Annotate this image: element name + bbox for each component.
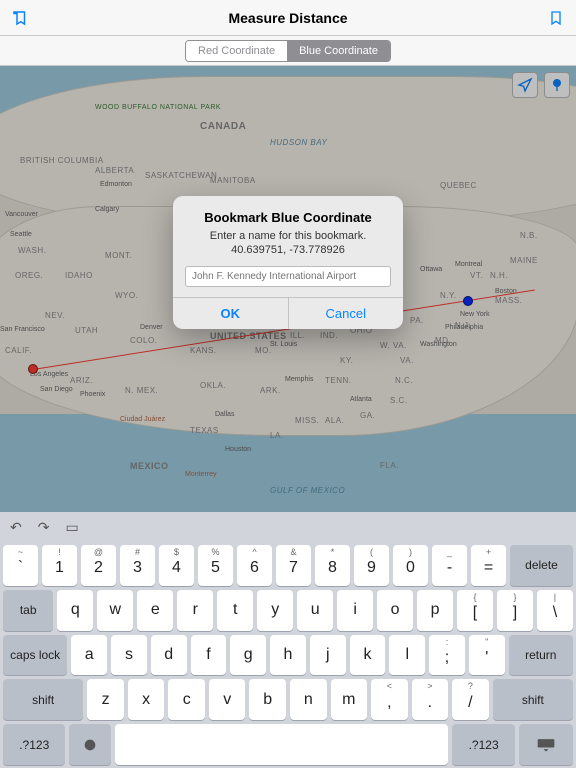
- key-delete[interactable]: delete: [510, 545, 573, 586]
- bookmarks-icon[interactable]: [10, 8, 30, 28]
- key-p[interactable]: p: [417, 590, 453, 631]
- key-a[interactable]: a: [71, 635, 107, 676]
- key-][interactable]: }]: [497, 590, 533, 631]
- clipboard-icon[interactable]: ▭: [65, 519, 78, 536]
- key-hide-keyboard[interactable]: [519, 724, 573, 765]
- key-.[interactable]: >.: [412, 679, 449, 720]
- key-`[interactable]: ~`: [3, 545, 38, 586]
- key-k[interactable]: k: [350, 635, 386, 676]
- key-s[interactable]: s: [111, 635, 147, 676]
- key-'[interactable]: "': [469, 635, 505, 676]
- key-u[interactable]: u: [297, 590, 333, 631]
- key-,[interactable]: <,: [371, 679, 408, 720]
- keyboard[interactable]: ↶ ↷ ▭ ~`!1@2#3$4%5^6&7*8(9)0_-+=delete t…: [0, 512, 576, 768]
- key-r[interactable]: r: [177, 590, 213, 631]
- dialog-title: Bookmark Blue Coordinate: [185, 210, 391, 225]
- undo-icon[interactable]: ↶: [10, 519, 22, 536]
- key-y[interactable]: y: [257, 590, 293, 631]
- bookmark-dialog: Bookmark Blue Coordinate Enter a name fo…: [173, 196, 403, 329]
- key-w[interactable]: w: [97, 590, 133, 631]
- key-d[interactable]: d: [151, 635, 187, 676]
- key-=[interactable]: +=: [471, 545, 506, 586]
- bookmark-icon[interactable]: [546, 8, 566, 28]
- key-v[interactable]: v: [209, 679, 246, 720]
- key-h[interactable]: h: [270, 635, 306, 676]
- coordinate-segmented-control[interactable]: Red Coordinate Blue Coordinate: [185, 40, 391, 62]
- key--[interactable]: _-: [432, 545, 467, 586]
- key-1[interactable]: !1: [42, 545, 77, 586]
- key-z[interactable]: z: [87, 679, 124, 720]
- key-[[interactable]: {[: [457, 590, 493, 631]
- key-symbols-left[interactable]: .?123: [3, 724, 65, 765]
- key-/[interactable]: ?/: [452, 679, 489, 720]
- key-shift-right[interactable]: shift: [493, 679, 573, 720]
- key-capslock[interactable]: caps lock: [3, 635, 67, 676]
- key-2[interactable]: @2: [81, 545, 116, 586]
- key-l[interactable]: l: [389, 635, 425, 676]
- keyboard-toolbar: ↶ ↷ ▭: [0, 512, 576, 542]
- key-g[interactable]: g: [230, 635, 266, 676]
- page-title: Measure Distance: [0, 10, 576, 26]
- key-6[interactable]: ^6: [237, 545, 272, 586]
- key-7[interactable]: &7: [276, 545, 311, 586]
- seg-red[interactable]: Red Coordinate: [186, 41, 287, 61]
- dialog-message: Enter a name for this bookmark.40.639751…: [185, 229, 391, 258]
- key-b[interactable]: b: [249, 679, 286, 720]
- key-return[interactable]: return: [509, 635, 573, 676]
- segmented-control-bar: Red Coordinate Blue Coordinate: [0, 36, 576, 66]
- key-4[interactable]: $4: [159, 545, 194, 586]
- key-o[interactable]: o: [377, 590, 413, 631]
- key-5[interactable]: %5: [198, 545, 233, 586]
- key-8[interactable]: *8: [315, 545, 350, 586]
- key-globe[interactable]: [69, 724, 111, 765]
- key-j[interactable]: j: [310, 635, 346, 676]
- key-shift-left[interactable]: shift: [3, 679, 83, 720]
- key-0[interactable]: )0: [393, 545, 428, 586]
- key-f[interactable]: f: [191, 635, 227, 676]
- seg-blue[interactable]: Blue Coordinate: [287, 41, 390, 61]
- bookmark-name-input[interactable]: [185, 266, 391, 287]
- key-space[interactable]: [115, 724, 448, 765]
- key-m[interactable]: m: [331, 679, 368, 720]
- cancel-button[interactable]: Cancel: [289, 298, 404, 329]
- key-x[interactable]: x: [128, 679, 165, 720]
- key-n[interactable]: n: [290, 679, 327, 720]
- ok-button[interactable]: OK: [173, 298, 289, 329]
- key-tab[interactable]: tab: [3, 590, 53, 631]
- key-symbols-right[interactable]: .?123: [452, 724, 514, 765]
- key-c[interactable]: c: [168, 679, 205, 720]
- key-t[interactable]: t: [217, 590, 253, 631]
- key-9[interactable]: (9: [354, 545, 389, 586]
- key-e[interactable]: e: [137, 590, 173, 631]
- key-i[interactable]: i: [337, 590, 373, 631]
- header-bar: Measure Distance: [0, 0, 576, 36]
- key-3[interactable]: #3: [120, 545, 155, 586]
- redo-icon[interactable]: ↷: [38, 519, 50, 536]
- key-\[interactable]: |\: [537, 590, 573, 631]
- key-;[interactable]: :;: [429, 635, 465, 676]
- modal-backdrop: Bookmark Blue Coordinate Enter a name fo…: [0, 66, 576, 512]
- key-q[interactable]: q: [57, 590, 93, 631]
- map-container[interactable]: Canada United States Mexico Hudson Bay G…: [0, 66, 576, 512]
